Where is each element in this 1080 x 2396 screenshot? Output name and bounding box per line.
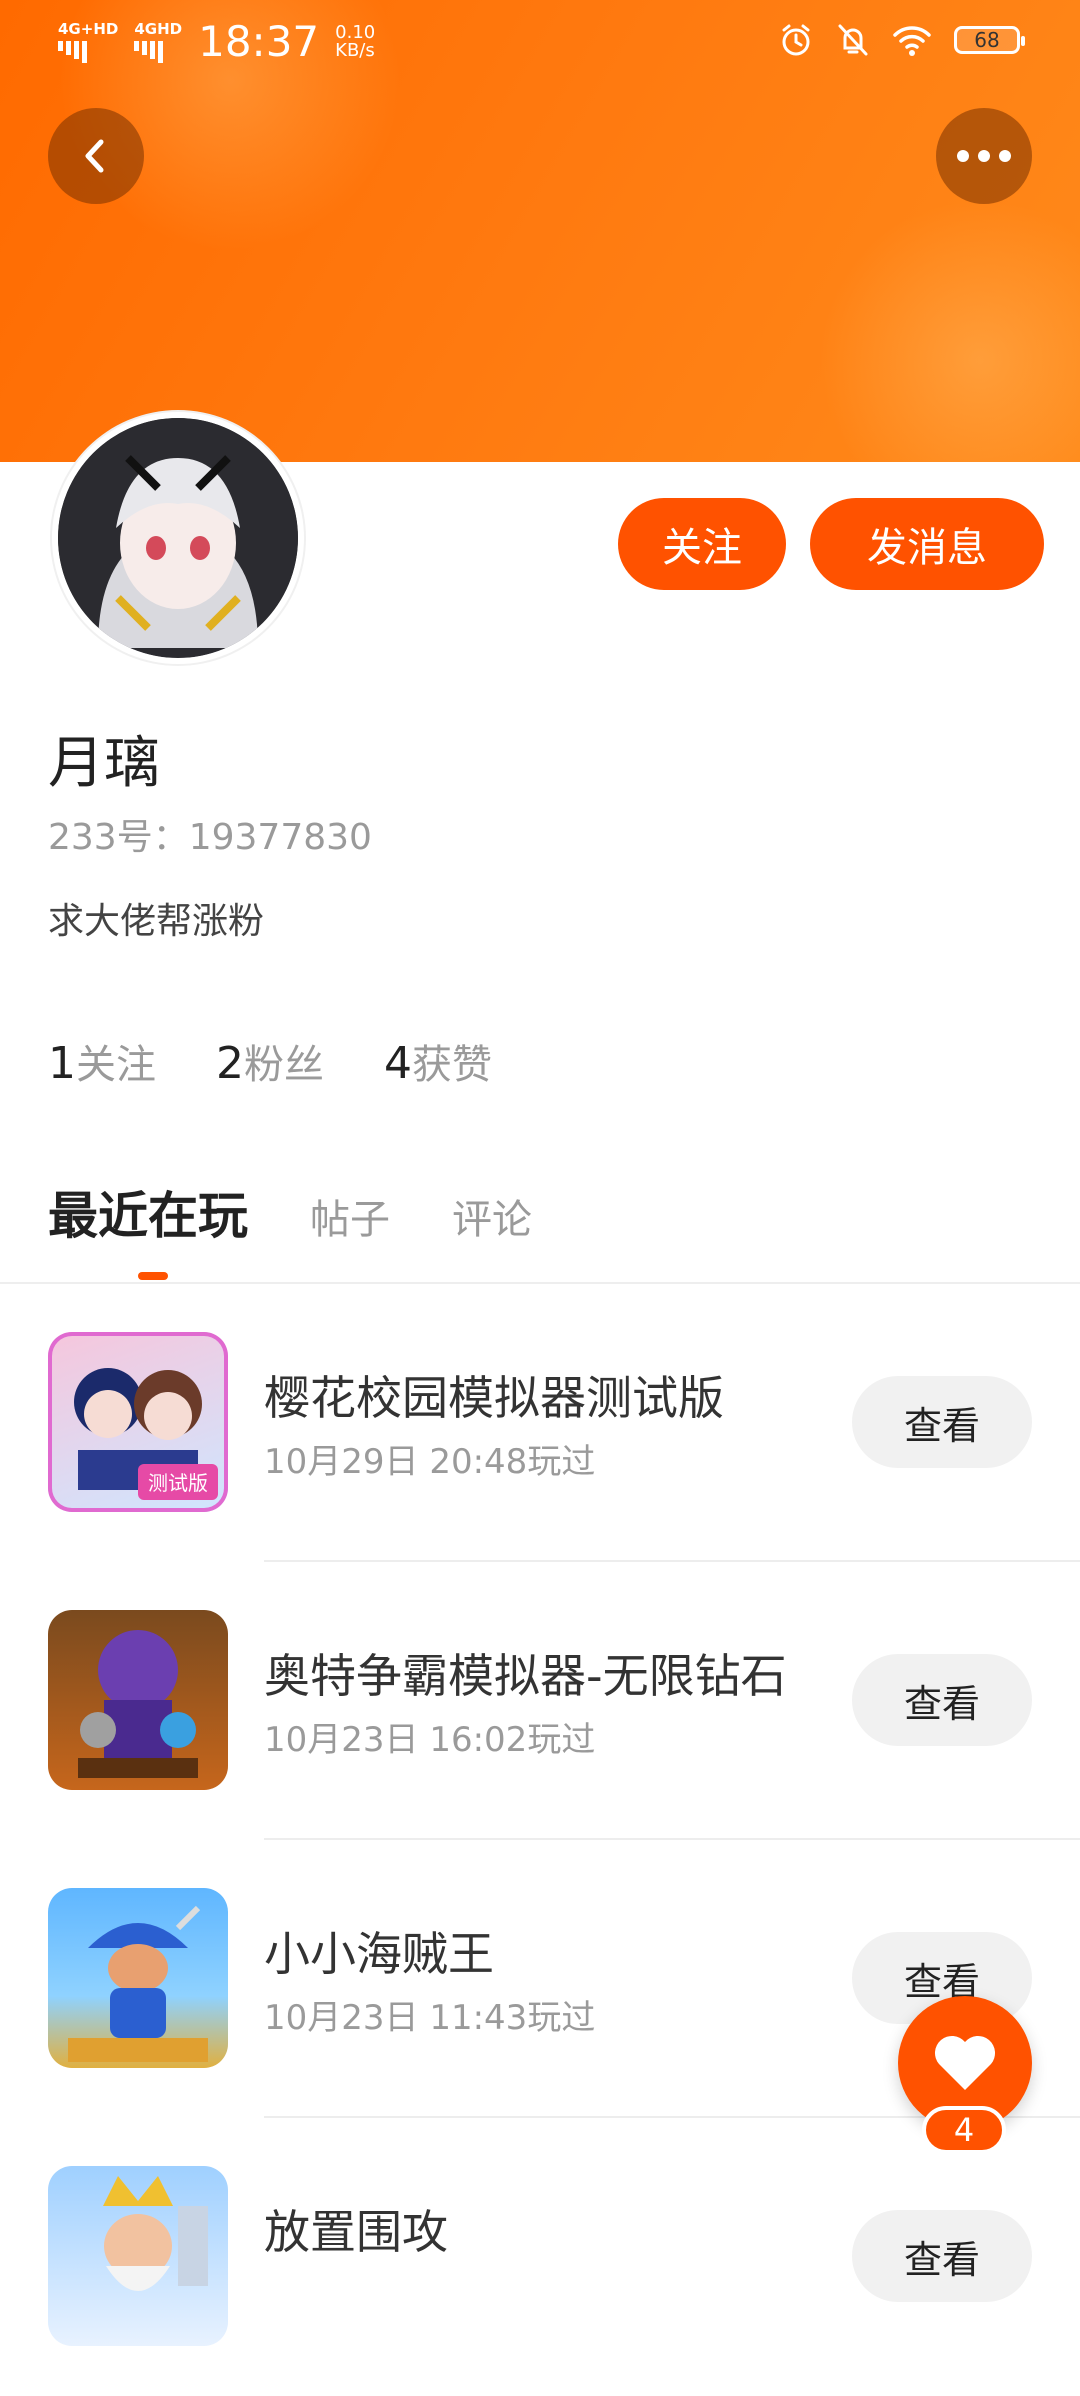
game-icon: 测试版	[48, 1332, 228, 1512]
status-bar: 4G+HD 4GHD 18:37 0.10 KB/s 68	[0, 0, 1080, 90]
battery-indicator: 68	[954, 26, 1025, 54]
profile-tabs: 最近在玩 帖子 评论	[48, 1176, 532, 1248]
stat-followers-count: 2	[216, 1038, 244, 1089]
stat-likes-count: 4	[384, 1038, 412, 1089]
send-message-button[interactable]: 发消息	[810, 498, 1044, 590]
list-item[interactable]: 测试版 樱花校园模拟器测试版 10月29日 20:48玩过 查看	[0, 1284, 1080, 1562]
status-left: 4G+HD 4GHD 18:37 0.10 KB/s	[58, 18, 375, 66]
profile-name: 月璃	[48, 731, 160, 796]
back-button[interactable]	[48, 108, 144, 204]
game-played-time: 10月29日 20:48玩过	[264, 1442, 596, 1482]
status-right: 68	[778, 22, 1025, 58]
pirate-game-icon	[68, 1905, 208, 2062]
view-button[interactable]: 查看	[852, 2210, 1032, 2302]
avatar[interactable]	[52, 412, 304, 664]
svg-text:测试版: 测试版	[148, 1471, 208, 1495]
game-played-time: 10月23日 11:43玩过	[264, 1998, 596, 2038]
list-item[interactable]: 放置围攻 查看	[0, 2118, 1080, 2396]
chevron-left-icon	[85, 139, 104, 173]
tab-comments[interactable]: 评论	[452, 1187, 532, 1245]
signal-bars-2-icon	[134, 40, 164, 63]
signal-1: 4G+HD	[58, 19, 119, 63]
game-icon	[48, 1610, 228, 1790]
siege-game-icon	[103, 2176, 208, 2291]
more-dots-icon	[957, 150, 1011, 162]
tab-posts[interactable]: 帖子	[310, 1187, 390, 1245]
ultraman-game-icon	[78, 1630, 198, 1778]
stat-likes-label: 获赞	[412, 1042, 492, 1088]
like-count-badge: 4	[922, 2106, 1006, 2154]
tab-recent-played[interactable]: 最近在玩	[48, 1176, 248, 1248]
clock: 18:37	[198, 17, 320, 66]
stat-following-count: 1	[48, 1038, 76, 1089]
game-title: 奥特争霸模拟器-无限钻石	[264, 1649, 787, 1703]
stat-followers-label: 粉丝	[244, 1042, 324, 1088]
signal-2: 4GHD	[134, 19, 183, 63]
active-tab-indicator	[138, 1272, 168, 1280]
stat-followers[interactable]: 2粉丝	[216, 1032, 324, 1090]
sakura-school-icon: 测试版	[74, 1368, 218, 1500]
game-title: 小小海贼王	[264, 1927, 494, 1981]
game-title: 樱花校园模拟器测试版	[264, 1371, 724, 1425]
game-played-time: 10月23日 16:02玩过	[264, 1720, 596, 1760]
heart-icon	[934, 2035, 996, 2090]
stat-likes[interactable]: 4获赞	[384, 1032, 492, 1090]
profile-uid: 233号：19377830	[48, 817, 372, 858]
wifi-icon	[893, 26, 931, 56]
stat-following[interactable]: 1关注	[48, 1032, 156, 1090]
mute-bell-icon	[838, 24, 868, 56]
view-button[interactable]: 查看	[852, 1376, 1032, 1468]
alarm-icon	[782, 24, 810, 56]
avatar-image	[58, 418, 298, 658]
game-icon	[48, 2166, 228, 2346]
profile-stats: 1关注 2粉丝 4获赞	[48, 1032, 492, 1090]
signal-bars-1-icon	[58, 40, 87, 63]
follow-button[interactable]: 关注	[618, 498, 786, 590]
avatar-illustration-icon	[58, 418, 298, 658]
network-speed-unit: KB/s	[335, 40, 375, 61]
network-speed: 0.10 KB/s	[335, 24, 375, 60]
network-type-1: 4G+HD	[58, 19, 119, 38]
stat-following-label: 关注	[76, 1042, 156, 1088]
list-item[interactable]: 奥特争霸模拟器-无限钻石 10月23日 16:02玩过 查看	[0, 1562, 1080, 1840]
game-icon	[48, 1888, 228, 2068]
game-title: 放置围攻	[264, 2205, 448, 2259]
profile-bio: 求大佬帮涨粉	[48, 901, 265, 942]
view-button[interactable]: 查看	[852, 1654, 1032, 1746]
more-button[interactable]	[936, 108, 1032, 204]
network-type-2: 4GHD	[134, 19, 183, 38]
